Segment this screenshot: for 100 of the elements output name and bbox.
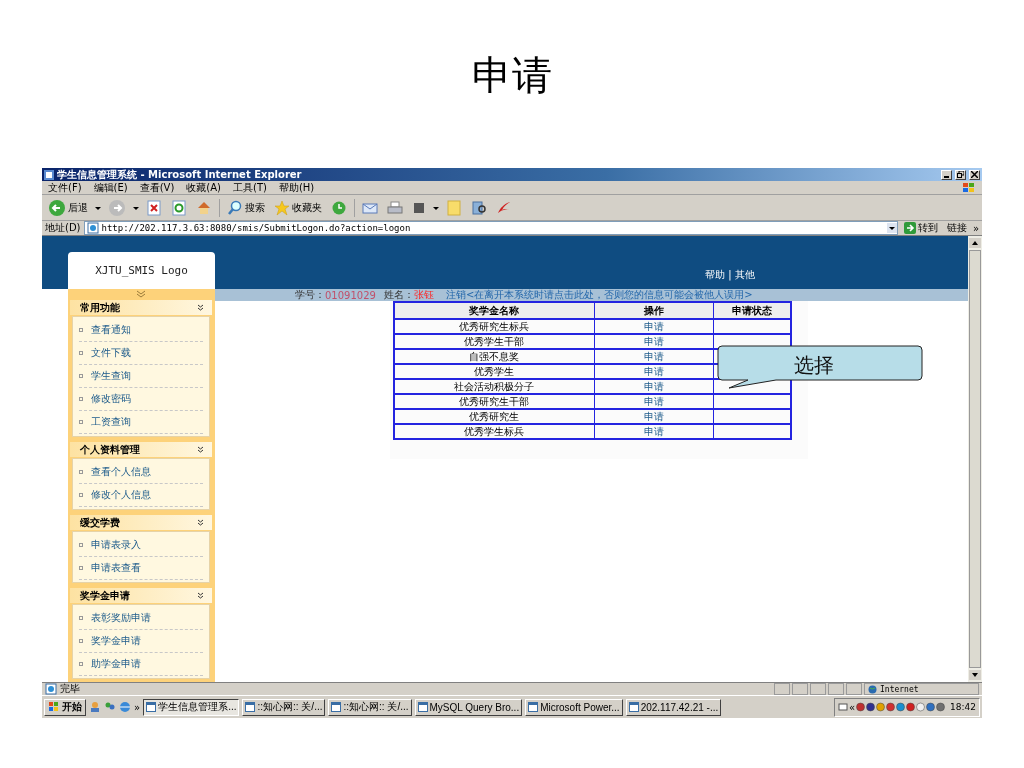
apply-link[interactable]: 申请	[594, 424, 713, 439]
close-icon	[971, 171, 978, 178]
table-cell: 自强不息奖	[394, 349, 594, 364]
printer-icon	[387, 200, 403, 215]
menu-item[interactable]: 查看(V)	[139, 181, 175, 194]
restore-button[interactable]	[955, 169, 966, 180]
minimize-button[interactable]	[941, 169, 952, 180]
menu-item[interactable]: 编辑(E)	[93, 181, 128, 194]
app-icon	[44, 169, 54, 180]
taskbar-button[interactable]: Microsoft Power...	[525, 698, 623, 716]
section-title: 奖学金申请	[80, 588, 130, 603]
dropdown-icon	[886, 223, 897, 233]
bullet-icon	[79, 420, 83, 424]
sidebar-link[interactable]: 文件下载	[79, 342, 203, 365]
student-id-label: 学号：	[295, 288, 325, 302]
status-text: 完毕	[60, 682, 80, 696]
section-header[interactable]: 缓交学费	[70, 515, 212, 530]
chevrons-down-icon	[197, 592, 204, 599]
more-chevron[interactable]: »	[972, 222, 979, 234]
section-title: 个人资料管理	[80, 442, 140, 457]
chevrons-down-icon	[197, 446, 204, 453]
sidebar-link[interactable]: 助学金申请	[79, 653, 203, 676]
stop-icon	[146, 199, 162, 216]
address-field[interactable]: http://202.117.3.63:8080/smis/SubmitLogon.do?action=logon	[83, 221, 898, 235]
window-icon	[331, 702, 342, 712]
sidebar-link[interactable]: 学生查询	[79, 365, 203, 388]
status-pane	[774, 683, 790, 695]
student-id: 01091029	[325, 289, 376, 301]
scrollbar[interactable]	[968, 236, 982, 682]
back-button[interactable]: 后退	[46, 196, 90, 219]
apply-link[interactable]: 申请	[594, 409, 713, 424]
menu-item[interactable]: 工具(T)	[233, 181, 267, 194]
bullet-icon	[79, 616, 83, 620]
bullet-icon	[79, 566, 83, 570]
section-title: 常用功能	[80, 300, 120, 315]
bullet-icon	[79, 374, 83, 378]
dropdown-icon	[433, 204, 439, 211]
clock: 18:42	[950, 702, 976, 712]
tray-expand-chevron[interactable]: «	[848, 701, 856, 713]
bullet-icon	[79, 662, 83, 666]
logo: XJTU_SMIS Logo	[68, 252, 215, 289]
callout-text: 选择	[794, 352, 834, 379]
table-cell: 优秀研究生标兵	[394, 319, 594, 334]
go-button[interactable]: 转到	[900, 221, 941, 235]
links-button[interactable]: 链接	[943, 221, 970, 235]
bullet-icon	[79, 493, 83, 497]
people-icon	[89, 701, 101, 713]
menu-item[interactable]: 文件(F)	[48, 181, 82, 194]
window-icon	[417, 702, 428, 712]
sidebar-link[interactable]: 查看个人信息	[79, 461, 203, 484]
bullet-icon	[79, 328, 83, 332]
taskbar-button[interactable]: 202.117.42.21 -...	[625, 698, 722, 716]
name-label: 姓名：	[383, 288, 414, 302]
page-icon	[86, 222, 99, 234]
sidebar-link[interactable]: 申请表录入	[79, 534, 203, 557]
sidebar-link[interactable]: 查看通知	[79, 319, 203, 342]
scrollbar-thumb[interactable]	[969, 250, 981, 668]
section-header[interactable]: 常用功能	[70, 300, 212, 315]
apply-link[interactable]: 申请	[594, 379, 713, 394]
dropdown-icon	[133, 204, 139, 211]
dropdown-icon	[95, 204, 101, 211]
search-button[interactable]: 搜索	[225, 196, 267, 219]
bullet-icon	[79, 639, 83, 643]
section-header[interactable]: 个人资料管理	[70, 442, 212, 457]
taskbar-button[interactable]: MySQL Query Bro...	[414, 698, 523, 716]
taskbar-button[interactable]: ::知心网:: 关/...	[242, 698, 326, 716]
table-cell: 优秀学生干部	[394, 334, 594, 349]
scroll-down-icon	[969, 670, 981, 680]
taskbar-button[interactable]: 学生信息管理系...	[143, 698, 240, 716]
header-links[interactable]: 帮助 | 其他	[705, 268, 755, 282]
sidebar-link[interactable]: 表彰奖励申请	[79, 607, 203, 630]
apply-link[interactable]: 申请	[594, 349, 713, 364]
sidebar-link[interactable]: 修改密码	[79, 388, 203, 411]
status-pane	[828, 683, 844, 695]
menu-item[interactable]: 收藏(A)	[186, 181, 221, 194]
status-pane	[792, 683, 808, 695]
envelope-icon	[362, 200, 378, 215]
arrow-right-icon	[903, 222, 916, 234]
sidebar-link[interactable]: 修改个人信息	[79, 484, 203, 507]
start-button[interactable]: 开始	[44, 698, 86, 716]
apply-link[interactable]: 申请	[594, 394, 713, 409]
close-button[interactable]	[969, 169, 980, 180]
favorites-button[interactable]: 收藏夹	[272, 196, 324, 219]
apply-link[interactable]: 申请	[594, 364, 713, 379]
sidebar-link[interactable]: 申请表查看	[79, 557, 203, 580]
menu-item[interactable]: 帮助(H)	[278, 181, 315, 194]
taskbar-button[interactable]: ::知心网:: 关/...	[328, 698, 412, 716]
section-header[interactable]: 奖学金申请	[70, 588, 212, 603]
student-name: 张钰	[413, 288, 434, 302]
scroll-up-icon	[969, 238, 981, 248]
sidebar-link[interactable]: 奖学金申请	[79, 630, 203, 653]
sidebar-link[interactable]: 工资查询	[79, 411, 203, 434]
note-icon	[446, 199, 462, 216]
window-icon	[528, 702, 539, 712]
apply-link[interactable]: 申请	[594, 319, 713, 334]
zone-text: Internet	[880, 684, 919, 694]
apply-link[interactable]: 申请	[594, 334, 713, 349]
status-pane	[810, 683, 826, 695]
more-chevron[interactable]: »	[134, 701, 141, 713]
table-cell: 优秀学生标兵	[394, 424, 594, 439]
